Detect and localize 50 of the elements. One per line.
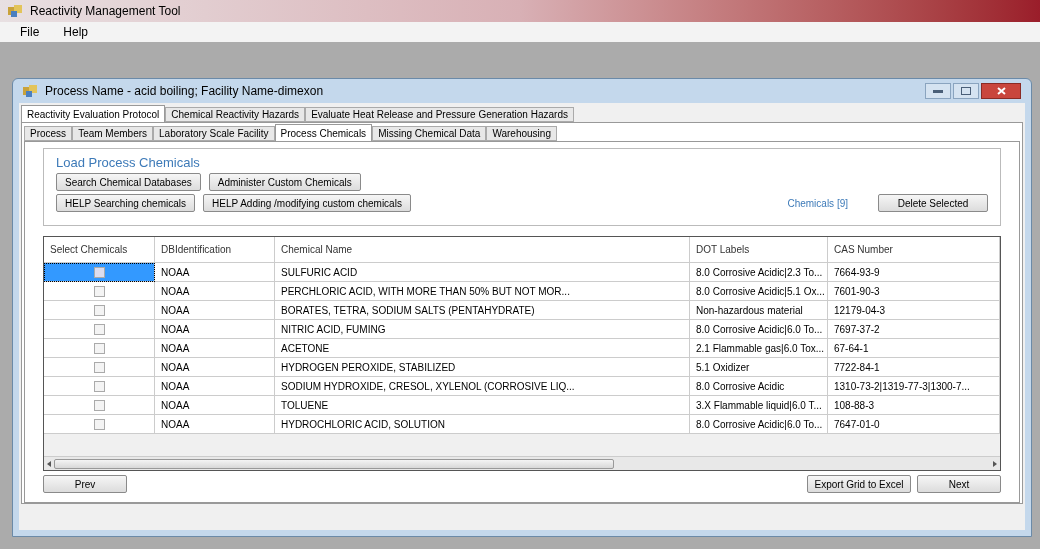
app-title: Reactivity Management Tool	[30, 3, 181, 20]
table-cell: NOAA	[155, 415, 275, 434]
horizontal-scrollbar[interactable]	[44, 456, 1000, 470]
tab[interactable]: Process	[24, 126, 73, 141]
checkbox[interactable]	[93, 380, 105, 392]
checkbox[interactable]	[93, 323, 105, 335]
next-button[interactable]: Next	[917, 475, 1001, 493]
minimize-button[interactable]	[925, 83, 951, 99]
checkbox[interactable]	[93, 285, 105, 297]
maximize-button[interactable]	[953, 83, 979, 99]
checkbox[interactable]	[93, 342, 105, 354]
chemicals-count: Chemicals [9]	[787, 196, 848, 211]
checkbox[interactable]	[93, 418, 105, 430]
checkbox[interactable]	[93, 361, 105, 373]
export-button[interactable]: Export Grid to Excel	[807, 475, 911, 493]
checkbox[interactable]	[93, 304, 105, 316]
action-button[interactable]: Search Chemical Databases	[56, 173, 201, 191]
app-icon	[23, 85, 37, 97]
scrollbar-thumb[interactable]	[54, 458, 614, 469]
help-button[interactable]: HELP Adding /modifying custom chemicals	[203, 194, 411, 212]
checkbox[interactable]	[93, 399, 105, 411]
tab[interactable]: Evaluate Heat Release and Pressure Generation Hazards	[305, 107, 574, 122]
window-title: Process Name - acid boiling; Facility Name-dimexon	[45, 83, 324, 100]
help-button[interactable]: HELP Searching chemicals	[56, 194, 195, 212]
table-cell: 7647-01-0	[828, 415, 1000, 434]
tab[interactable]: Laboratory Scale Facility	[153, 126, 275, 141]
tab[interactable]: Process Chemicals	[274, 124, 373, 141]
menu-item[interactable]: File	[16, 23, 44, 41]
table-cell: HYDROCHLORIC ACID, SOLUTION	[275, 415, 690, 434]
tab[interactable]: Reactivity Evaluation Protocol	[21, 105, 166, 122]
maximize-icon	[961, 87, 971, 95]
close-button[interactable]	[981, 83, 1021, 99]
tab[interactable]: Warehousing	[486, 126, 557, 141]
checkbox[interactable]	[93, 266, 105, 278]
table-cell: 8.0 Corrosive Acidic|6.0 To...	[690, 415, 828, 434]
delete-selected-button[interactable]: Delete Selected	[878, 194, 988, 212]
scroll-right-icon	[992, 460, 998, 467]
scroll-left-icon	[46, 460, 52, 467]
tab[interactable]: Team Members	[72, 126, 154, 141]
tab[interactable]: Missing Chemical Data	[372, 126, 487, 141]
action-button[interactable]: Administer Custom Chemicals	[208, 173, 361, 191]
tab[interactable]: Chemical Reactivity Hazards	[165, 107, 306, 122]
section-heading: Load Process Chemicals	[56, 155, 201, 170]
app-icon	[8, 5, 22, 17]
prev-button[interactable]: Prev	[43, 475, 127, 493]
selection-cell[interactable]	[44, 415, 155, 434]
selection-cell[interactable]	[44, 263, 155, 282]
minimize-icon	[933, 89, 943, 93]
close-icon	[996, 87, 1006, 95]
menu-item[interactable]: Help	[59, 23, 93, 41]
